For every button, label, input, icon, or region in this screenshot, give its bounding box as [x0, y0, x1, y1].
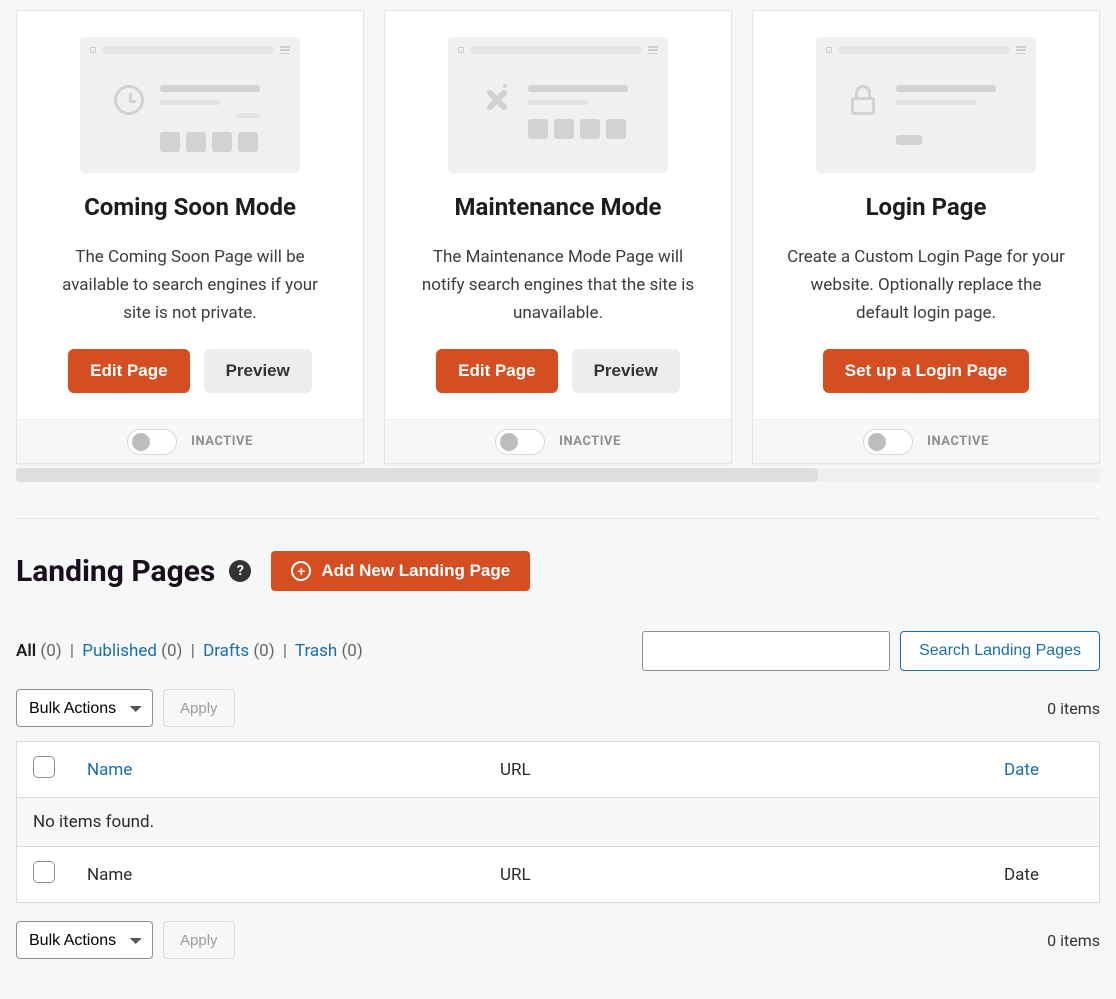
landing-table: Name URL Date No items found. Name URL D… [16, 741, 1100, 903]
login-desc: Create a Custom Login Page for your webs… [783, 243, 1069, 327]
filter-published[interactable]: Published [82, 641, 157, 661]
bulk-actions-select[interactable]: Bulk Actions [16, 689, 153, 727]
maintenance-status: INACTIVE [559, 434, 621, 449]
divider [16, 518, 1100, 519]
items-count-bottom: 0 items [1047, 931, 1100, 950]
col-url-foot: URL [387, 847, 643, 903]
login-title: Login Page [777, 193, 1075, 221]
col-date-foot: Date [643, 847, 1099, 903]
mode-cards-row: Coming Soon Mode The Coming Soon Page wi… [16, 0, 1100, 464]
col-name[interactable]: Name [71, 742, 387, 798]
empty-row: No items found. [17, 798, 1100, 847]
bulk-actions-select-bottom[interactable]: Bulk Actions [16, 921, 153, 959]
coming-soon-toggle[interactable] [127, 429, 177, 455]
coming-soon-card: Coming Soon Mode The Coming Soon Page wi… [16, 10, 364, 464]
plus-icon: + [291, 561, 311, 581]
maintenance-title: Maintenance Mode [409, 193, 707, 221]
login-card: Login Page Create a Custom Login Page fo… [752, 10, 1100, 464]
coming-soon-title: Coming Soon Mode [41, 193, 339, 221]
clock-icon [112, 83, 146, 117]
login-setup-button[interactable]: Set up a Login Page [823, 349, 1029, 393]
apply-button-bottom[interactable]: Apply [163, 921, 235, 959]
maintenance-preview-button[interactable]: Preview [572, 349, 680, 393]
login-illustration [816, 37, 1036, 173]
coming-soon-desc: The Coming Soon Page will be available t… [47, 243, 333, 327]
login-status: INACTIVE [927, 434, 989, 449]
col-date[interactable]: Date [643, 742, 1099, 798]
add-new-label: Add New Landing Page [321, 561, 510, 581]
maintenance-toggle[interactable] [495, 429, 545, 455]
cards-scrollbar[interactable] [16, 468, 1100, 482]
maintenance-illustration [448, 37, 668, 173]
coming-soon-edit-button[interactable]: Edit Page [68, 349, 189, 393]
items-count-top: 0 items [1047, 699, 1100, 718]
maintenance-edit-button[interactable]: Edit Page [436, 349, 557, 393]
tools-icon [480, 83, 514, 117]
col-url: URL [387, 742, 643, 798]
maintenance-desc: The Maintenance Mode Page will notify se… [415, 243, 701, 327]
coming-soon-status: INACTIVE [191, 434, 253, 449]
coming-soon-illustration [80, 37, 300, 173]
search-button[interactable]: Search Landing Pages [900, 631, 1100, 671]
coming-soon-preview-button[interactable]: Preview [204, 349, 312, 393]
landing-title: Landing Pages [16, 554, 215, 589]
add-new-landing-button[interactable]: + Add New Landing Page [271, 551, 530, 591]
col-name-foot: Name [71, 847, 387, 903]
filter-all[interactable]: All [16, 641, 36, 661]
filter-drafts[interactable]: Drafts [203, 641, 249, 661]
filters: All (0) | Published (0) | Drafts (0) | T… [16, 641, 363, 661]
maintenance-card: Maintenance Mode The Maintenance Mode Pa… [384, 10, 732, 464]
select-all-checkbox[interactable] [33, 756, 55, 778]
lock-icon [848, 83, 882, 117]
select-all-checkbox-bottom[interactable] [33, 861, 55, 883]
apply-button-top[interactable]: Apply [163, 689, 235, 727]
search-input[interactable] [642, 631, 890, 671]
help-icon[interactable]: ? [229, 560, 251, 582]
login-toggle[interactable] [863, 429, 913, 455]
landing-header: Landing Pages ? + Add New Landing Page [16, 551, 1100, 591]
filter-trash[interactable]: Trash [295, 641, 337, 661]
